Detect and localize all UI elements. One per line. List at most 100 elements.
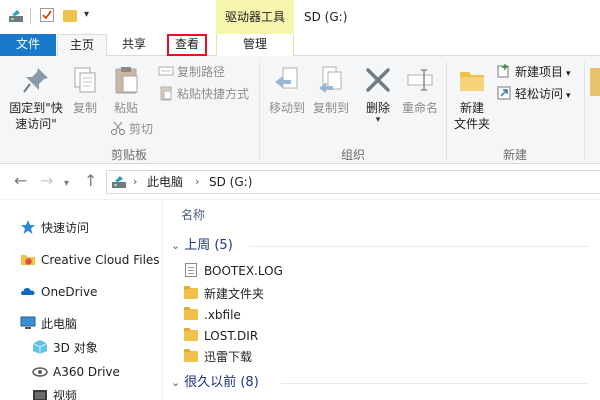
file-list: 名称 ⌄ 上周 (5) BOOTEX.LOG 新建文件夹 .xbfile LOST…	[163, 200, 600, 400]
nav-item-label: 此电脑	[41, 317, 78, 331]
up-arrow-icon[interactable]: ↑	[84, 173, 97, 189]
nav-item-label: Creative Cloud Files	[41, 253, 160, 267]
folder-icon	[183, 327, 199, 343]
group-header-long-ago[interactable]: ⌄ 很久以前 (8)	[171, 373, 259, 393]
folder-icon	[183, 348, 199, 364]
nav-item-this-pc[interactable]: 此电脑	[20, 313, 77, 335]
nav-item-quick-access[interactable]: 快速访问	[20, 217, 89, 239]
column-header-name[interactable]: 名称	[181, 206, 205, 223]
breadcrumb-sd-drive[interactable]: SD (G:)	[209, 174, 252, 190]
paste-shortcut-icon	[158, 85, 174, 101]
delete-dropdown-icon[interactable]: ▾	[360, 116, 396, 125]
breadcrumb-this-pc[interactable]: 此电脑	[147, 174, 183, 190]
copy-to-button[interactable]: 复制到	[308, 64, 354, 116]
file-name: BOOTEX.LOG	[204, 264, 283, 278]
paste-shortcut-label: 粘贴快捷方式	[177, 87, 250, 101]
new-item-dropdown-icon: ▾	[566, 69, 571, 79]
rename-button[interactable]: 重命名	[400, 64, 440, 116]
move-to-icon	[271, 64, 303, 96]
new-item-icon	[496, 63, 512, 79]
new-group-label: 新建	[502, 148, 527, 162]
cube-icon	[32, 339, 48, 355]
move-to-button[interactable]: 移动到	[264, 64, 310, 116]
cloud-icon	[20, 283, 36, 299]
back-arrow-icon[interactable]: ←	[14, 173, 27, 189]
paste-label: 粘贴	[113, 101, 138, 115]
delete-button[interactable]: 删除 ▾	[360, 64, 396, 125]
file-name: LOST.DIR	[204, 329, 259, 343]
group-header-last-week[interactable]: ⌄ 上周 (5)	[171, 236, 233, 256]
ribbon-tab-row: 文件 主页 共享 查看 管理	[0, 34, 600, 57]
tab-home[interactable]: 主页	[57, 34, 107, 57]
file-name: 新建文件夹	[204, 287, 265, 301]
copy-path-button[interactable]: 复制路径	[158, 62, 225, 82]
breadcrumb-separator-icon[interactable]: ›	[195, 174, 199, 190]
address-bar[interactable]: › 此电脑 › SD (G:)	[106, 170, 600, 194]
rename-label: 重命名	[401, 101, 438, 115]
nav-item-label: OneDrive	[41, 285, 98, 299]
copy-to-icon	[315, 64, 347, 96]
computer-icon	[20, 315, 36, 331]
tab-manage[interactable]: 管理	[216, 34, 294, 56]
group-header-rule	[281, 383, 589, 384]
tab-view[interactable]: 查看	[167, 34, 207, 56]
drive-icon[interactable]	[8, 8, 24, 24]
window-title: SD (G:)	[304, 10, 348, 24]
list-item[interactable]: 迅雷下载	[183, 347, 252, 367]
list-item[interactable]: LOST.DIR	[183, 326, 258, 346]
a360-icon	[32, 363, 48, 379]
list-item[interactable]: BOOTEX.LOG	[183, 261, 283, 281]
copy-path-label: 复制路径	[177, 65, 226, 79]
nav-item-3d-objects[interactable]: 3D 对象	[32, 337, 98, 359]
video-icon	[32, 387, 48, 400]
new-group-separator	[584, 62, 585, 160]
nav-item-a360-drive[interactable]: A360 Drive	[32, 361, 120, 383]
copy-path-icon	[158, 63, 174, 79]
collapse-chevron-icon[interactable]: ⌄	[171, 376, 180, 389]
pin-label-line2: 速访问"	[15, 117, 57, 131]
folder-icon	[183, 285, 199, 301]
tab-file[interactable]: 文件	[0, 34, 56, 56]
recent-locations-chevron-icon[interactable]: ▾	[64, 176, 69, 192]
nav-item-label: 3D 对象	[53, 341, 98, 355]
delete-x-icon	[362, 64, 394, 96]
navigation-bar: ← → ▾ ↑ › 此电脑 › SD (G:)	[0, 164, 600, 200]
copy-to-label: 复制到	[312, 101, 349, 115]
easy-access-label: 轻松访问	[515, 87, 564, 101]
breadcrumb-separator-icon[interactable]: ›	[133, 174, 137, 190]
paste-icon	[110, 64, 142, 96]
organize-group-label: 组织	[340, 148, 365, 162]
nav-item-creative-cloud[interactable]: Creative Cloud Files	[20, 249, 160, 271]
nav-item-onedrive[interactable]: OneDrive	[20, 281, 97, 303]
new-folder-icon[interactable]	[63, 10, 77, 22]
easy-access-button[interactable]: 轻松访问 ▾	[496, 84, 571, 104]
ribbon-home: 固定到"快 速访问" 复制 粘贴 复制路径 粘贴快捷方式 剪切 剪贴板 移动到 …	[0, 56, 600, 164]
new-folder-label-line2: 文件夹	[453, 117, 490, 131]
forward-arrow-icon[interactable]: →	[40, 173, 53, 189]
pin-to-quick-access-button[interactable]: 固定到"快 速访问"	[4, 64, 68, 132]
properties-icon[interactable]	[40, 8, 54, 22]
creative-cloud-icon	[20, 251, 36, 267]
new-folder-label-line1: 新建	[459, 101, 484, 115]
star-icon	[20, 219, 36, 235]
customize-toolbar-dropdown-icon[interactable]: ▾	[84, 9, 89, 20]
list-item[interactable]: 新建文件夹	[183, 284, 264, 304]
collapse-chevron-icon[interactable]: ⌄	[171, 239, 180, 252]
copy-button[interactable]: 复制	[66, 64, 104, 116]
navigation-pane: 快速访问 Creative Cloud Files OneDrive 此电脑 3…	[0, 200, 162, 400]
paste-shortcut-button[interactable]: 粘贴快捷方式	[158, 84, 249, 104]
cut-button[interactable]: 剪切	[110, 119, 153, 139]
folder-icon	[183, 306, 199, 322]
nav-item-label: 视频	[53, 389, 78, 400]
tab-share[interactable]: 共享	[111, 34, 157, 56]
file-name: 迅雷下载	[204, 350, 253, 364]
new-folder-button[interactable]: 新建 文件夹	[452, 64, 492, 132]
paste-button[interactable]: 粘贴	[106, 64, 146, 116]
easy-access-icon	[496, 85, 512, 101]
clipboard-group-label: 剪贴板	[110, 148, 147, 162]
new-folder-large-icon	[456, 64, 488, 96]
list-item[interactable]: .xbfile	[183, 305, 241, 325]
new-item-button[interactable]: 新建项目 ▾	[496, 62, 571, 82]
delete-label: 删除	[365, 101, 390, 115]
nav-item-videos[interactable]: 视频	[32, 385, 77, 400]
